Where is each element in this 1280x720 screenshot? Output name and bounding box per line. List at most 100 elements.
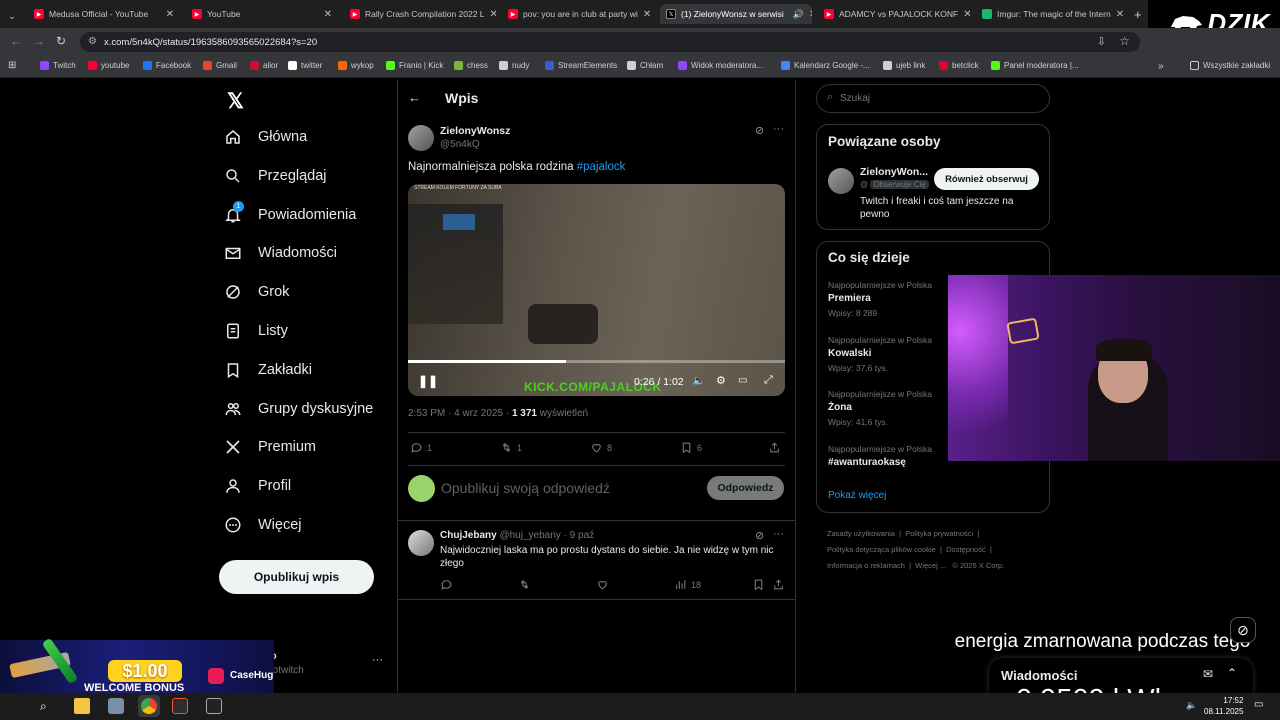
volume-icon[interactable]: 🔈 [1186, 700, 1197, 711]
close-icon[interactable]: ✕ [490, 9, 496, 20]
epic-games-icon[interactable] [206, 698, 222, 714]
bookmark-item[interactable]: Facebook [143, 61, 191, 70]
app-icon[interactable] [172, 698, 188, 714]
bookmark-item[interactable]: Gmail [203, 61, 237, 70]
search-input[interactable]: ⌕ Szukaj [816, 84, 1050, 113]
file-explorer-icon[interactable] [74, 698, 90, 714]
chevron-right-icon[interactable]: » [1158, 61, 1164, 72]
compose-icon[interactable]: ✉ [1203, 667, 1213, 681]
grok-icon[interactable]: ⊘ [755, 124, 764, 137]
follow-back-button[interactable]: Również obserwuj [934, 168, 1039, 190]
reply-handle[interactable]: @huj_yebany [499, 530, 560, 541]
bookmark-item[interactable]: nudy [499, 61, 529, 70]
tweet-author[interactable]: ZielonyWonsz [440, 125, 510, 137]
avatar[interactable] [408, 125, 434, 151]
bookmark-item[interactable]: StreamElements [545, 61, 617, 70]
hashtag-link[interactable]: #pajalock [577, 161, 626, 173]
volume-icon[interactable]: 🔈 [692, 374, 706, 387]
bookmark-item[interactable]: Widok moderatora... [678, 61, 763, 70]
reply-button[interactable]: 1 [410, 441, 432, 454]
site-info-icon[interactable]: ⚙ [88, 36, 97, 47]
more-icon[interactable]: ··· [773, 528, 784, 540]
video-progress-track[interactable] [408, 360, 785, 363]
bookmark-item[interactable]: youtube [88, 61, 129, 70]
share-button[interactable] [768, 441, 781, 454]
reply-submit-button[interactable]: Odpowiedz [707, 476, 784, 500]
notification-icon[interactable]: ▭ [1254, 699, 1263, 710]
install-icon[interactable]: ⇩ [1097, 35, 1106, 48]
nav-item-person[interactable]: Profil [224, 477, 291, 495]
nav-item-list[interactable]: Listy [224, 322, 288, 340]
more-icon[interactable]: ··· [372, 654, 383, 666]
all-bookmarks[interactable]: Wszystkie zakładki [1190, 61, 1270, 70]
video-player[interactable]: STREAM KOLEM FORTUNY ZA SUBA KICK.COM/PA… [408, 184, 785, 396]
footer-link[interactable]: Polityka dotycząca plików cookie [827, 545, 936, 554]
browser-tab[interactable]: ▶ pov: you are in club at party wi ✕ [502, 4, 654, 24]
tab-search-button[interactable]: ⌄ [4, 6, 20, 26]
close-icon[interactable]: ✕ [963, 9, 970, 20]
pause-icon[interactable]: ❚❚ [418, 374, 438, 388]
repost-button[interactable] [518, 578, 531, 591]
bookmark-item[interactable]: Franio | Kick [386, 61, 443, 70]
grok-icon[interactable]: ⊘ [755, 529, 764, 542]
search-icon[interactable]: ⌕ [40, 699, 47, 714]
browser-tab[interactable]: ▶ Rally Crash Compilation 2022 L ✕ [344, 4, 496, 24]
bookmark-item[interactable]: Kalendarz Google -... [781, 61, 870, 70]
like-button[interactable]: 8 [590, 441, 612, 454]
browser-tab[interactable]: ▶ Medusa Official - YouTube ✕ [28, 4, 180, 24]
repost-button[interactable]: 1 [500, 441, 522, 454]
settings-icon[interactable]: ⚙ [716, 374, 726, 387]
back-arrow-icon[interactable]: ← [408, 90, 421, 105]
browser-tab[interactable]: ▶ ADAMCY vs PAJALOCK KONF ✕ [818, 4, 970, 24]
close-icon[interactable]: ✕ [166, 9, 174, 20]
pip-icon[interactable]: ▭ [738, 375, 747, 386]
taskbar-active-app[interactable] [138, 695, 160, 717]
more-icon[interactable]: ··· [773, 123, 784, 135]
footer-link[interactable]: Więcej ... [915, 561, 946, 570]
ad-banner[interactable]: $1.00 WELCOME BONUS CaseHug [0, 637, 274, 696]
bookmark-item[interactable]: chess [454, 61, 488, 70]
show-more-link[interactable]: Pokaż więcej [828, 490, 886, 501]
footer-link[interactable]: Zasady użytkowania [827, 529, 895, 538]
back-icon[interactable]: ← [10, 34, 22, 48]
browser-tab[interactable]: ▶ YouTube ✕ [186, 4, 338, 24]
nav-item-search[interactable]: Przeglądaj [224, 167, 327, 185]
nav-item-bell[interactable]: 1 Powiadomienia [224, 200, 356, 224]
related-name[interactable]: ZielonyWon... [860, 166, 928, 178]
avatar[interactable] [408, 530, 434, 556]
speaker-icon[interactable]: 🔊 [793, 9, 804, 20]
reply-date[interactable]: · 9 paź [564, 530, 595, 541]
post-button[interactable]: Opublikuj wpis [219, 560, 374, 594]
nav-item-mail[interactable]: Wiadomości [224, 244, 337, 262]
forward-icon[interactable]: → [33, 34, 45, 48]
nav-item-x-logo[interactable]: Premium [224, 438, 316, 456]
bookmark-item[interactable]: Twitch [40, 61, 76, 70]
footer-link[interactable]: Informacja o reklamach [827, 561, 905, 570]
nav-item-people[interactable]: Grupy dyskusyjne [224, 400, 373, 418]
nav-item-home[interactable]: Główna [224, 128, 307, 146]
avatar[interactable] [828, 168, 854, 194]
nav-item-more-circle[interactable]: Więcej [224, 516, 302, 534]
bookmark-item[interactable]: wykop [338, 61, 374, 70]
close-icon[interactable]: ✕ [1116, 9, 1124, 20]
browser-tab-active[interactable]: 𝕏(1) ZielonyWonsz w serwisi🔊✕ [660, 4, 812, 24]
reply-input[interactable]: Opublikuj swoją odpowiedź [441, 480, 610, 496]
close-icon[interactable]: ✕ [324, 9, 332, 20]
footer-link[interactable]: Dostępność [946, 545, 986, 554]
grok-icon[interactable]: ⊘ [1230, 617, 1256, 643]
share-button[interactable] [772, 578, 785, 591]
app-icon[interactable] [108, 698, 124, 714]
bookmark-item[interactable]: Panel moderatora |... [991, 61, 1079, 70]
browser-tab[interactable]: Imgur: The magic of the Intern ✕ [976, 4, 1128, 24]
views-button[interactable]: 18 [674, 578, 701, 591]
close-icon[interactable]: ✕ [643, 9, 651, 20]
bookmark-button[interactable] [752, 578, 765, 591]
like-button[interactable] [596, 578, 609, 591]
apps-icon[interactable]: ⊞ [8, 60, 16, 71]
nav-item-bookmark[interactable]: Zakładki [224, 361, 312, 379]
bookmark-button[interactable]: 6 [680, 441, 702, 454]
taskbar-clock[interactable]: 17:52 08.11.2025 [1204, 695, 1243, 717]
footer-link[interactable]: Polityka prywatności [905, 529, 973, 538]
reload-icon[interactable]: ↻ [56, 34, 66, 48]
star-icon[interactable]: ☆ [1119, 34, 1130, 48]
